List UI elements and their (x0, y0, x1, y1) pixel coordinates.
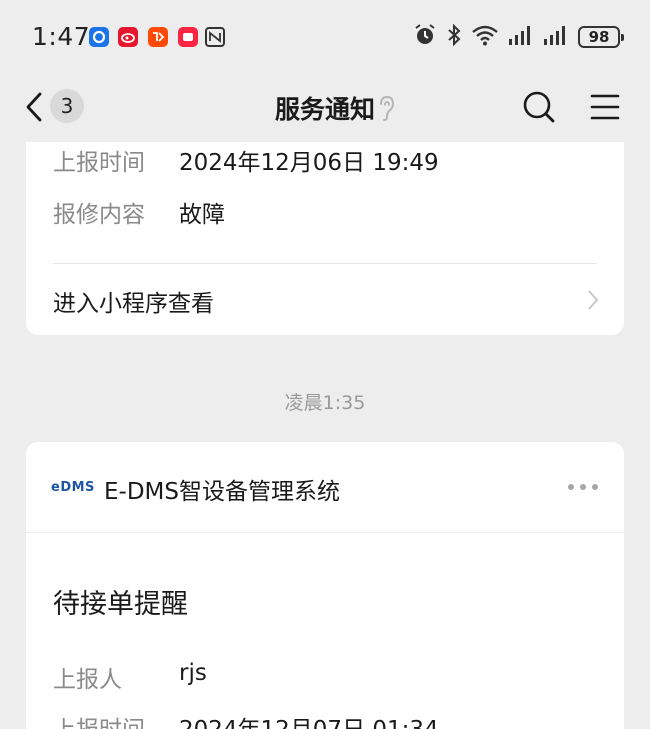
signal-2-icon (543, 24, 569, 50)
status-bar: 1:47 98 (0, 0, 650, 72)
battery-indicator: 98 (578, 26, 624, 48)
alarm-icon (413, 23, 437, 51)
field-row-repair-content: 报修内容 故障 (53, 195, 225, 229)
field-value: 2024年12月07日 01:34 (179, 710, 439, 729)
card-header: eDMS E-DMS智设备管理系统 (26, 442, 624, 532)
nfc-icon (205, 27, 225, 47)
field-label: 报修内容 (53, 202, 145, 228)
weibo-app-icon (118, 27, 138, 47)
field-row-report-time: 上报时间 2024年12月06日 19:49 (53, 143, 439, 177)
field-row-report-time: 上报时间 2024年12月07日 01:34 (53, 710, 439, 729)
bluetooth-icon (446, 23, 462, 51)
message-timestamp: 凌晨1:35 (284, 392, 366, 414)
status-time: 1:47 (32, 22, 91, 51)
edms-logo: eDMS (51, 480, 95, 495)
kuaishou-app-icon (148, 27, 168, 47)
browser-app-icon (89, 27, 109, 47)
chevron-right-icon (586, 288, 600, 312)
previous-message-card: 上报时间 2024年12月06日 19:49 报修内容 故障 进入小程序查看 (26, 110, 624, 335)
screen: 1:47 98 上报时间 2024年12月06日 19:49 报修内容 故障 进… (0, 0, 650, 729)
ear-icon (376, 94, 398, 122)
wifi-icon (471, 24, 499, 50)
message-title: 待接单提醒 (53, 589, 188, 620)
menu-button[interactable] (588, 92, 622, 122)
field-label: 上报人 (53, 667, 122, 693)
status-icons-right: 98 (413, 22, 624, 52)
open-mini-program-link[interactable]: 进入小程序查看 (26, 264, 624, 335)
app-name: E-DMS智设备管理系统 (104, 479, 340, 505)
field-label: 上报时间 (53, 150, 145, 176)
open-mini-program-label: 进入小程序查看 (53, 291, 214, 317)
field-value: 2024年12月06日 19:49 (179, 150, 439, 176)
new-message-card[interactable]: eDMS E-DMS智设备管理系统 待接单提醒 上报人 rjs 上报时间 202… (26, 442, 624, 729)
signal-1-icon (508, 24, 534, 50)
field-row-reporter: 上报人 rjs (53, 660, 207, 694)
field-value: 故障 (179, 202, 225, 228)
field-value: rjs (179, 660, 207, 686)
search-button[interactable] (522, 90, 556, 124)
more-options-icon[interactable] (568, 484, 598, 490)
navigation-bar: 3 服务通知 (0, 72, 650, 142)
divider (26, 532, 624, 533)
field-label: 上报时间 (53, 710, 179, 729)
red-app-icon (178, 27, 198, 47)
